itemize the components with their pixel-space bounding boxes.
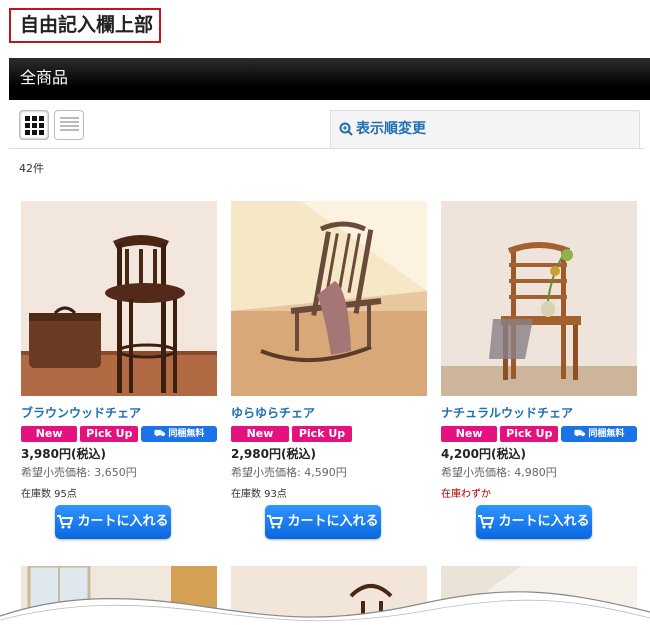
product-image-natural-chair[interactable] — [441, 201, 637, 396]
add-to-cart-button[interactable]: カートに入れる — [55, 505, 171, 539]
product-card: ナチュラルウッドチェア New Pick Up ⛟ 同梱無料 4,200円(税込… — [441, 201, 637, 500]
free-bundle-shipping-label: 同梱無料 — [168, 429, 205, 439]
new-badge: New — [441, 426, 498, 442]
product-name-link[interactable]: ブラウンウッドチェア — [21, 404, 217, 421]
list-view-button[interactable] — [54, 110, 84, 140]
price: 3,980円(税込) — [21, 447, 106, 461]
search-icon — [339, 122, 353, 136]
price: 4,200円(税込) — [441, 447, 526, 461]
cart-label: カートに入れる — [287, 514, 379, 529]
pickup-badge: Pick Up — [80, 426, 139, 442]
grid-icon — [25, 116, 44, 135]
free-area-top: 自由記入欄上部 — [9, 8, 161, 43]
cart-icon — [267, 514, 284, 528]
stock-status: 在庫わずか — [441, 489, 491, 500]
sort-label: 表示順変更 — [356, 121, 426, 137]
msrp: 希望小売価格: 4,980円 — [441, 466, 557, 479]
add-to-cart-button[interactable]: カートに入れる — [476, 505, 592, 539]
product-image-rocking-chair[interactable] — [231, 201, 427, 396]
pickup-badge: Pick Up — [500, 426, 559, 442]
divider — [9, 148, 645, 149]
free-bundle-shipping-label: 同梱無料 — [588, 429, 625, 439]
grid-view-button[interactable] — [19, 110, 49, 140]
cart-icon — [57, 514, 74, 528]
cart-label: カートに入れる — [77, 514, 169, 529]
new-badge: New — [231, 426, 289, 442]
stock-status: 在庫数 95点 — [21, 489, 77, 500]
product-card: ゆらゆらチェア New Pick Up 2,980円(税込) 希望小売価格: 4… — [231, 201, 427, 500]
product-name-link[interactable]: ナチュラルウッドチェア — [441, 404, 637, 421]
list-icon — [60, 117, 79, 133]
add-to-cart-button[interactable]: カートに入れる — [265, 505, 381, 539]
product-card: ブラウンウッドチェア New Pick Up ⛟ 同梱無料 3,980円(税込)… — [21, 201, 217, 500]
free-bundle-shipping-badge: ⛟ 同梱無料 — [561, 426, 637, 442]
free-bundle-shipping-badge: ⛟ 同梱無料 — [141, 426, 217, 442]
torn-edge-decoration — [0, 591, 650, 625]
cart-label: カートに入れる — [498, 514, 590, 529]
truck-icon: ⛟ — [153, 429, 166, 439]
cart-icon — [478, 514, 495, 528]
product-image-brown-chair[interactable] — [21, 201, 217, 396]
item-count: 42件 — [19, 162, 44, 175]
pickup-badge: Pick Up — [292, 426, 352, 442]
truck-icon: ⛟ — [573, 429, 586, 439]
category-title: 全商品 — [9, 58, 650, 100]
msrp: 希望小売価格: 4,590円 — [231, 466, 347, 479]
price: 2,980円(税込) — [231, 447, 316, 461]
new-badge: New — [21, 426, 78, 442]
sort-order-button[interactable]: 表示順変更 — [330, 110, 640, 148]
msrp: 希望小売価格: 3,650円 — [21, 466, 137, 479]
product-name-link[interactable]: ゆらゆらチェア — [231, 404, 427, 421]
stock-status: 在庫数 93点 — [231, 489, 287, 500]
